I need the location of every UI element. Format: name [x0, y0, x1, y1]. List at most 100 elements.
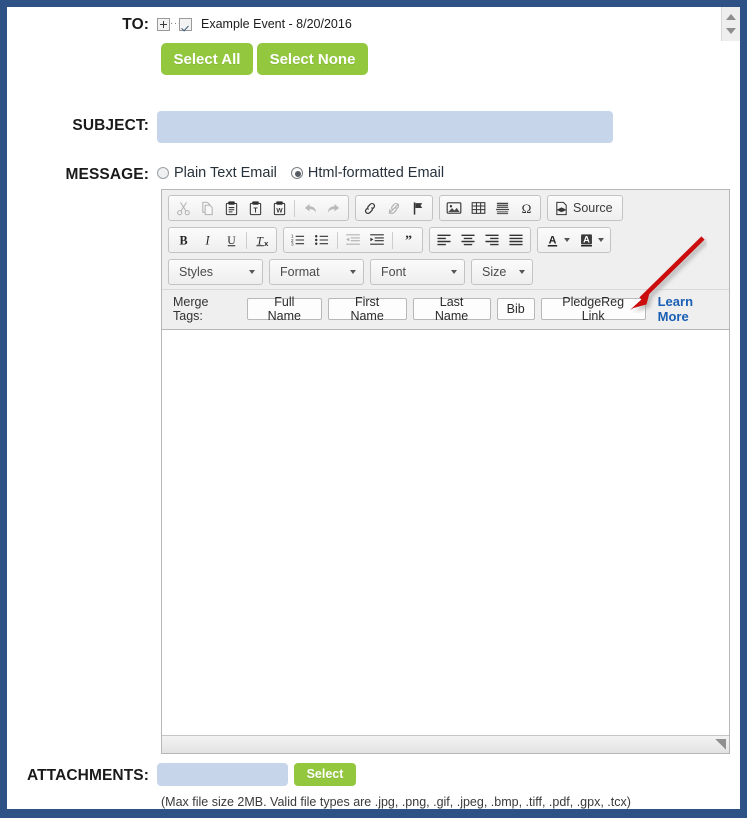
checked-checkbox-icon[interactable]	[179, 17, 192, 31]
size-dropdown-label: Size	[482, 265, 507, 279]
subject-label: SUBJECT:	[72, 117, 149, 134]
radio-plain-text-label: Plain Text Email	[174, 165, 277, 181]
plus-expander-icon[interactable]	[157, 17, 170, 31]
background-color-icon[interactable]: A	[574, 229, 608, 251]
svg-text:x: x	[264, 238, 269, 247]
colors-group: A A	[537, 227, 611, 253]
align-right-icon[interactable]	[480, 229, 504, 251]
undo-icon[interactable]	[298, 197, 322, 219]
subject-input[interactable]	[157, 111, 613, 143]
message-label: MESSAGE:	[65, 166, 149, 183]
toolbar-separator	[337, 231, 338, 249]
select-none-button[interactable]: Select None	[257, 43, 368, 75]
svg-text:”: ”	[404, 233, 411, 248]
italic-icon[interactable]: I	[195, 229, 219, 251]
chevron-down-icon	[519, 270, 525, 274]
source-button[interactable]: ◀▶ Source	[550, 197, 620, 219]
basic-styles-group: B I U Tx	[168, 227, 277, 253]
align-center-icon[interactable]	[456, 229, 480, 251]
font-dropdown-label: Font	[381, 265, 407, 279]
to-label: TO:	[122, 16, 149, 33]
svg-text:B: B	[179, 233, 187, 247]
chevron-down-icon	[249, 270, 255, 274]
redo-icon[interactable]	[322, 197, 346, 219]
subject-row: SUBJECT:	[7, 111, 740, 143]
merge-tag-last-name-button[interactable]: Last Name	[412, 295, 491, 323]
svg-text:T: T	[253, 207, 258, 214]
numbered-list-icon[interactable]: 123	[286, 229, 310, 251]
paragraph-group: 123 ”	[283, 227, 423, 253]
blockquote-icon[interactable]: ”	[396, 229, 420, 251]
tree-connector: ···	[170, 18, 182, 29]
select-all-button[interactable]: Select All	[161, 43, 253, 75]
toolbar-separator	[294, 199, 295, 217]
message-row: MESSAGE: Plain Text Email Html-formatted…	[7, 165, 740, 184]
styles-dropdown-label: Styles	[179, 265, 214, 279]
outdent-icon[interactable]	[341, 229, 365, 251]
svg-text:Ω: Ω	[521, 201, 531, 216]
paste-from-word-icon[interactable]: W	[267, 197, 291, 219]
svg-text:W: W	[276, 207, 283, 214]
horizontal-rule-icon[interactable]	[490, 197, 514, 219]
radio-plain-text-email[interactable]: Plain Text Email	[157, 165, 277, 181]
text-color-icon[interactable]: A	[540, 229, 574, 251]
merge-tag-pledgereg-link-button[interactable]: PledgeReg Link	[540, 295, 646, 323]
unlink-icon[interactable]	[382, 197, 406, 219]
merge-tags-row: Merge Tags: Full Name First Name Last Na…	[162, 290, 729, 330]
merge-tag-first-name-button[interactable]: First Name	[327, 295, 407, 323]
learn-more-link[interactable]: Learn More	[658, 294, 725, 324]
toolbar-row-formatting: B I U Tx 123 ” A A	[168, 227, 725, 253]
radio-plain-text-icon[interactable]	[157, 167, 169, 179]
attachments-input[interactable]	[157, 763, 288, 786]
cut-icon[interactable]	[171, 197, 195, 219]
svg-text:U: U	[227, 233, 236, 246]
svg-text:A: A	[583, 234, 590, 244]
chevron-down-icon	[451, 270, 457, 274]
radio-html-selected-icon[interactable]	[290, 167, 303, 179]
svg-text:◀▶: ◀▶	[556, 206, 567, 213]
image-icon[interactable]	[442, 197, 466, 219]
recipient-tree: ··· Example Event - 8/20/2016	[157, 15, 352, 31]
rich-text-editor: T W Ω ◀▶ Source B I U T x 1 2 3 ” A A St…	[161, 189, 730, 754]
editor-footer	[162, 735, 729, 753]
paste-as-plain-text-icon[interactable]: T	[243, 197, 267, 219]
bold-icon[interactable]: B	[171, 229, 195, 251]
underline-icon[interactable]: U	[219, 229, 243, 251]
links-group	[355, 195, 433, 221]
svg-text:A: A	[549, 234, 557, 246]
to-row: TO: ··· Example Event - 8/20/2016	[7, 15, 740, 34]
chevron-down-icon[interactable]	[598, 238, 604, 242]
styles-dropdown[interactable]: Styles	[168, 259, 263, 285]
chevron-down-icon	[350, 270, 356, 274]
resize-grip-icon[interactable]	[714, 739, 726, 751]
radio-html-email[interactable]: Html-formatted Email	[290, 165, 444, 181]
paste-icon[interactable]	[219, 197, 243, 219]
editor-toolbar: T W Ω ◀▶ Source B I U T x 1 2 3 ” A A St…	[162, 190, 729, 290]
clipboard-group: T W	[168, 195, 349, 221]
editor-body[interactable]	[162, 330, 729, 735]
remove-format-icon[interactable]: Tx	[250, 229, 274, 251]
email-composer-page: TO: ··· Example Event - 8/20/2016 Select…	[0, 0, 747, 818]
indent-icon[interactable]	[365, 229, 389, 251]
merge-tag-bib-button[interactable]: Bib	[496, 298, 535, 320]
font-dropdown[interactable]: Font	[370, 259, 465, 285]
alignment-group	[429, 227, 531, 253]
table-icon[interactable]	[466, 197, 490, 219]
align-left-icon[interactable]	[432, 229, 456, 251]
link-icon[interactable]	[358, 197, 382, 219]
insert-group: Ω	[439, 195, 541, 221]
merge-tags-label: Merge Tags:	[173, 295, 209, 323]
merge-tag-full-name-button[interactable]: Full Name	[246, 295, 322, 323]
copy-icon[interactable]	[195, 197, 219, 219]
size-dropdown[interactable]: Size	[471, 259, 533, 285]
svg-text:3: 3	[291, 242, 294, 247]
anchor-flag-icon[interactable]	[406, 197, 430, 219]
format-dropdown[interactable]: Format	[269, 259, 364, 285]
special-character-omega-icon[interactable]: Ω	[514, 197, 538, 219]
attachments-row: ATTACHMENTS: Select	[7, 763, 740, 786]
toolbar-row-combos: Styles Format Font Size	[168, 259, 725, 285]
chevron-down-icon[interactable]	[564, 238, 570, 242]
justify-icon[interactable]	[504, 229, 528, 251]
attachments-select-button[interactable]: Select	[294, 763, 356, 786]
bulleted-list-icon[interactable]	[310, 229, 334, 251]
